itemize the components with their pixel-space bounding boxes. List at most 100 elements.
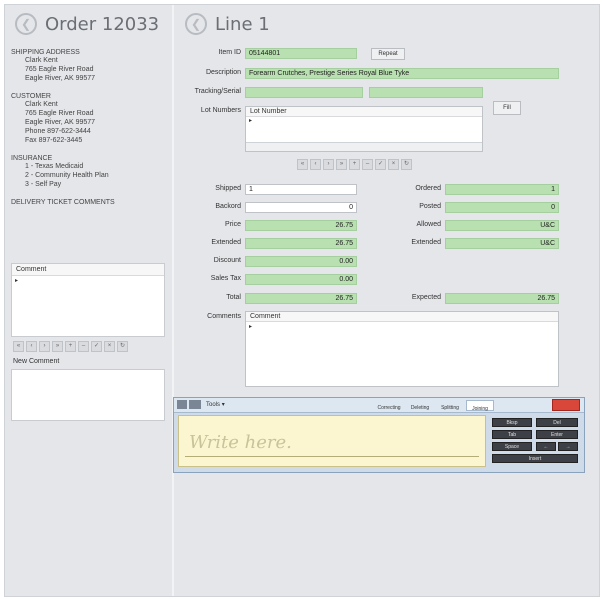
line-header: ❮ Line 1 [175, 5, 599, 43]
chevron-down-icon: ▾ [221, 402, 225, 408]
posted-field[interactable]: 0 [445, 202, 559, 213]
customer-line: 765 Eagle River Road [25, 110, 94, 117]
first-record-button[interactable]: « [297, 159, 308, 170]
ordered-label: Ordered [415, 185, 441, 192]
add-record-button[interactable]: + [65, 341, 76, 352]
refresh-button[interactable]: ↻ [401, 159, 412, 170]
tab-correcting[interactable]: Correcting [374, 400, 404, 411]
new-comment-input[interactable] [11, 369, 165, 421]
delete-record-button[interactable]: – [362, 159, 373, 170]
extended-label: Extended [211, 239, 241, 246]
keyboard-icon[interactable] [189, 400, 201, 409]
add-record-button[interactable]: + [349, 159, 360, 170]
extended-field[interactable]: 26.75 [245, 238, 357, 249]
back-icon[interactable]: ❮ [185, 13, 207, 35]
cancel-edit-button[interactable]: × [388, 159, 399, 170]
delete-record-button[interactable]: – [78, 341, 89, 352]
customer-line: Fax 897-622-3445 [25, 137, 83, 144]
lot-nav-bar: « ‹ › » + – ✓ × ↻ [297, 159, 412, 170]
allowed-extended-field[interactable]: U&C [445, 238, 559, 249]
next-record-button[interactable]: › [39, 341, 50, 352]
tablet-input-panel[interactable]: Tools ▾ Correcting Deleting Splitting Jo… [173, 397, 585, 473]
shipping-line: 765 Eagle River Road [25, 66, 94, 73]
customer-line: Eagle River, AK 99577 [25, 119, 96, 126]
delete-key[interactable]: Del [536, 418, 578, 427]
price-field[interactable]: 26.75 [245, 220, 357, 231]
cancel-edit-button[interactable]: × [104, 341, 115, 352]
sales-tax-label: Sales Tax [210, 275, 241, 282]
insurance-title: INSURANCE [11, 155, 53, 162]
last-record-button[interactable]: » [52, 341, 63, 352]
last-record-button[interactable]: » [336, 159, 347, 170]
lot-number-column-header: Lot Number [246, 107, 482, 117]
lot-grid-scrollbar[interactable] [246, 142, 482, 151]
sales-tax-field[interactable]: 0.00 [245, 274, 357, 285]
backspace-key[interactable]: Bksp [492, 418, 532, 427]
space-key[interactable]: Space [492, 442, 532, 451]
customer-line: Phone 897-622-3444 [25, 128, 91, 135]
back-icon[interactable]: ❮ [15, 13, 37, 35]
ordered-field[interactable]: 1 [445, 184, 559, 195]
shipping-line: Clark Kent [25, 57, 58, 64]
first-record-button[interactable]: « [13, 341, 24, 352]
tab-key[interactable]: Tab [492, 430, 532, 439]
writing-baseline [185, 456, 479, 457]
allowed-extended-label: Extended [411, 239, 441, 246]
total-label: Total [226, 294, 241, 301]
discount-label: Discount [213, 257, 241, 264]
post-edit-button[interactable]: ✓ [375, 159, 386, 170]
input-panel-toolbar: Tools ▾ Correcting Deleting Splitting Jo… [174, 398, 584, 413]
allowed-field[interactable]: U&C [445, 220, 559, 231]
backord-field[interactable]: 0 [245, 202, 357, 213]
item-id-field[interactable]: 05144801 [245, 48, 357, 59]
prev-record-button[interactable]: ‹ [310, 159, 321, 170]
lot-numbers-grid[interactable]: Lot Number ▸ [245, 106, 483, 152]
refresh-button[interactable]: ↻ [117, 341, 128, 352]
row-pointer-icon: ▸ [249, 118, 253, 124]
app-window: ❮ Order 12033 ❮ Line 1 SHIPPING ADDRESS … [4, 4, 600, 597]
line-comments-grid[interactable]: Comment ▸ [245, 311, 559, 387]
customer-line: Clark Kent [25, 101, 58, 108]
tracking-label: Tracking/Serial [194, 88, 241, 95]
post-edit-button[interactable]: ✓ [91, 341, 102, 352]
insurance-line: 3 - Self Pay [25, 181, 62, 188]
backord-label: Backord [215, 203, 241, 210]
comments-label: Comments [207, 313, 241, 320]
enter-key[interactable]: Enter [536, 430, 578, 439]
shipping-line: Eagle River, AK 99577 [25, 75, 96, 82]
comment-nav-bar: « ‹ › » + – ✓ × ↻ [13, 341, 128, 352]
comment-column-header: Comment [246, 312, 558, 322]
repeat-button[interactable]: Repeat [371, 48, 405, 60]
tracking-field[interactable] [245, 87, 363, 98]
discount-field[interactable]: 0.00 [245, 256, 357, 267]
left-arrow-key[interactable]: ← [536, 442, 556, 451]
tab-splitting[interactable]: Splitting [436, 400, 464, 411]
tab-joining[interactable]: Joining [466, 400, 494, 412]
insert-key[interactable]: Insert [492, 454, 578, 463]
writing-pad-icon[interactable] [177, 400, 187, 409]
total-field[interactable]: 26.75 [245, 293, 357, 304]
right-arrow-key[interactable]: → [558, 442, 578, 451]
lot-numbers-label: Lot Numbers [200, 107, 241, 114]
prev-record-button[interactable]: ‹ [26, 341, 37, 352]
shipping-address-title: SHIPPING ADDRESS [11, 49, 80, 56]
item-id-label: Item ID [218, 49, 241, 56]
tab-deleting[interactable]: Deleting [406, 400, 434, 411]
order-title: Order 12033 [45, 13, 160, 35]
fill-button[interactable]: Fill [493, 101, 521, 115]
description-field[interactable]: Forearm Crutches, Prestige Series Royal … [245, 68, 559, 79]
delivery-comments-grid[interactable]: Comment ▸ [11, 263, 165, 337]
serial-field[interactable] [369, 87, 483, 98]
expected-label: Expected [411, 294, 441, 301]
shipped-field[interactable]: 1 [245, 184, 357, 195]
next-record-button[interactable]: › [323, 159, 334, 170]
expected-field[interactable]: 26.75 [445, 293, 559, 304]
price-label: Price [225, 221, 241, 228]
writing-area[interactable]: Write here. [178, 415, 486, 467]
tools-menu[interactable]: Tools ▾ [206, 400, 225, 410]
customer-title: CUSTOMER [11, 93, 51, 100]
insurance-line: 1 - Texas Medicaid [25, 163, 84, 170]
close-icon[interactable] [552, 399, 580, 411]
row-pointer-icon: ▸ [249, 324, 253, 330]
insurance-line: 2 - Community Health Plan [25, 172, 109, 179]
